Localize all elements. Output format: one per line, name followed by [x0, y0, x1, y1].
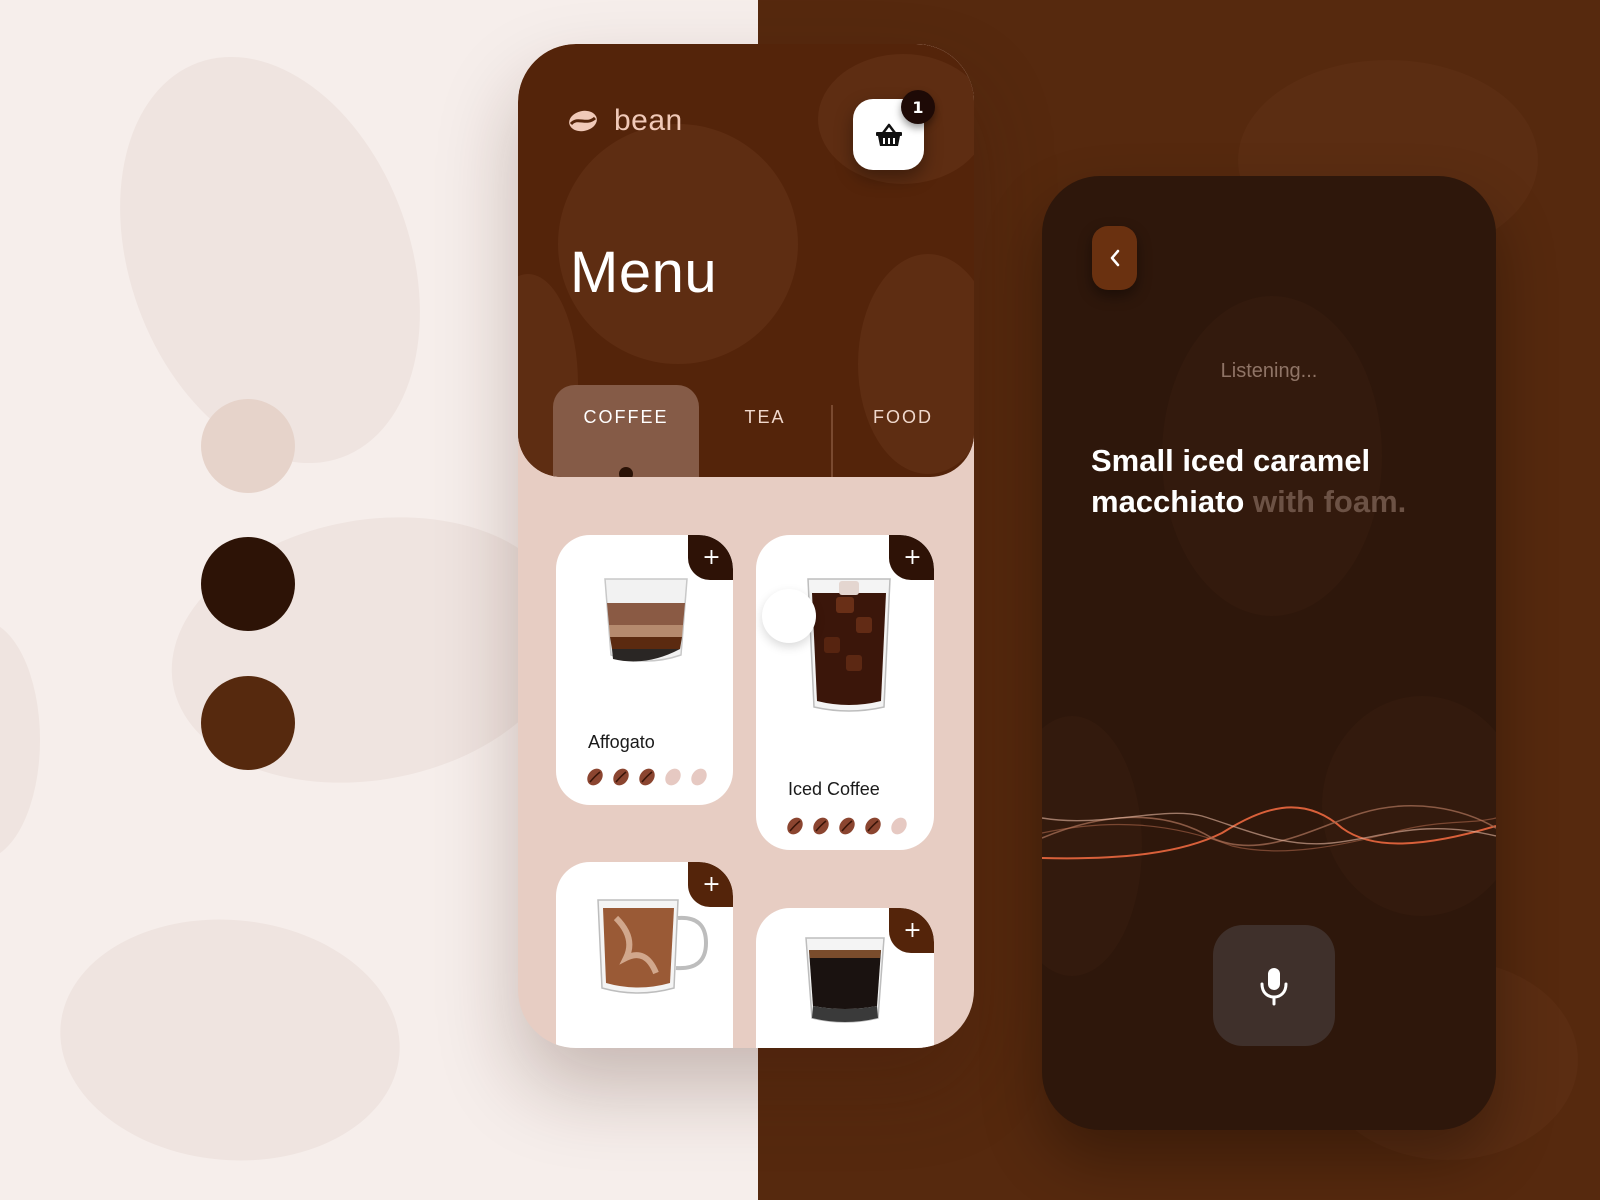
menu-item-card[interactable]: + Affogato	[556, 535, 733, 805]
coffee-bean-filled-icon	[639, 768, 655, 786]
tab-coffee[interactable]: COFFEE	[553, 385, 699, 477]
item-name: Iced Coffee	[788, 779, 880, 799]
affogato-image	[604, 578, 688, 662]
strength-rating	[585, 767, 709, 787]
tab-label: FOOD	[873, 407, 933, 427]
voice-transcript: Small iced caramel macchiato with foam.	[1091, 440, 1471, 522]
menu-header: bean 1 Menu COFFEE TEA FOOD	[518, 44, 974, 477]
tab-food[interactable]: FOOD	[838, 385, 968, 477]
coffee-bean-empty-icon	[691, 768, 707, 786]
coffee-bean-filled-icon	[613, 768, 629, 786]
background-bean-shape	[0, 620, 40, 860]
add-to-cart-button[interactable]: +	[889, 908, 934, 953]
iced-latte-image	[597, 899, 709, 994]
coffee-bean-filled-icon	[787, 817, 803, 835]
microphone-icon	[1260, 967, 1288, 1005]
add-to-cart-button[interactable]: +	[688, 535, 733, 580]
color-swatch-latte	[201, 399, 295, 493]
menu-screen: bean 1 Menu COFFEE TEA FOOD + Affogato +…	[518, 44, 974, 1048]
category-tabs: COFFEE TEA FOOD	[518, 385, 974, 477]
item-name: Affogato	[588, 732, 655, 752]
menu-item-card[interactable]: +	[556, 862, 733, 1048]
active-tab-indicator	[619, 467, 633, 477]
chevron-left-icon	[1110, 249, 1119, 267]
microphone-button[interactable]	[1213, 925, 1335, 1046]
coffee-bean-filled-icon	[839, 817, 855, 835]
brand-name: bean	[614, 104, 683, 137]
drag-handle-indicator	[762, 589, 816, 643]
coffee-bean-icon	[569, 110, 597, 132]
color-swatch-roast	[201, 676, 295, 770]
coffee-bean-empty-icon	[665, 768, 681, 786]
basket-icon	[875, 123, 902, 146]
voice-waveform	[1042, 804, 1496, 860]
coffee-bean-filled-icon	[813, 817, 829, 835]
listening-status: Listening...	[1220, 360, 1318, 382]
espresso-image	[805, 937, 885, 1023]
coffee-bean-filled-icon	[587, 768, 603, 786]
voice-order-screen: Listening... Small iced caramel macchiat…	[1042, 176, 1496, 1130]
strength-rating	[785, 816, 909, 836]
add-to-cart-button[interactable]: +	[889, 535, 934, 580]
waveform-line	[1042, 812, 1496, 845]
menu-item-card[interactable]: + Iced Coffee	[756, 535, 934, 850]
waveform-line	[1042, 817, 1496, 852]
tab-label: TEA	[744, 407, 786, 427]
back-button[interactable]	[1092, 226, 1137, 290]
transcript-pending: with foam.	[1252, 484, 1407, 519]
coffee-bean-empty-icon	[891, 817, 907, 835]
cart-count-badge: 1	[901, 90, 935, 124]
tab-divider	[831, 405, 833, 477]
page-title: Menu	[570, 240, 718, 305]
background-bean-shape	[50, 905, 410, 1175]
menu-item-card[interactable]: +	[756, 908, 934, 1048]
coffee-bean-filled-icon	[865, 817, 881, 835]
brand-logo: bean	[568, 104, 683, 138]
color-swatch-espresso	[201, 537, 295, 631]
iced-coffee-image	[807, 578, 891, 712]
tab-tea[interactable]: TEA	[710, 385, 820, 477]
